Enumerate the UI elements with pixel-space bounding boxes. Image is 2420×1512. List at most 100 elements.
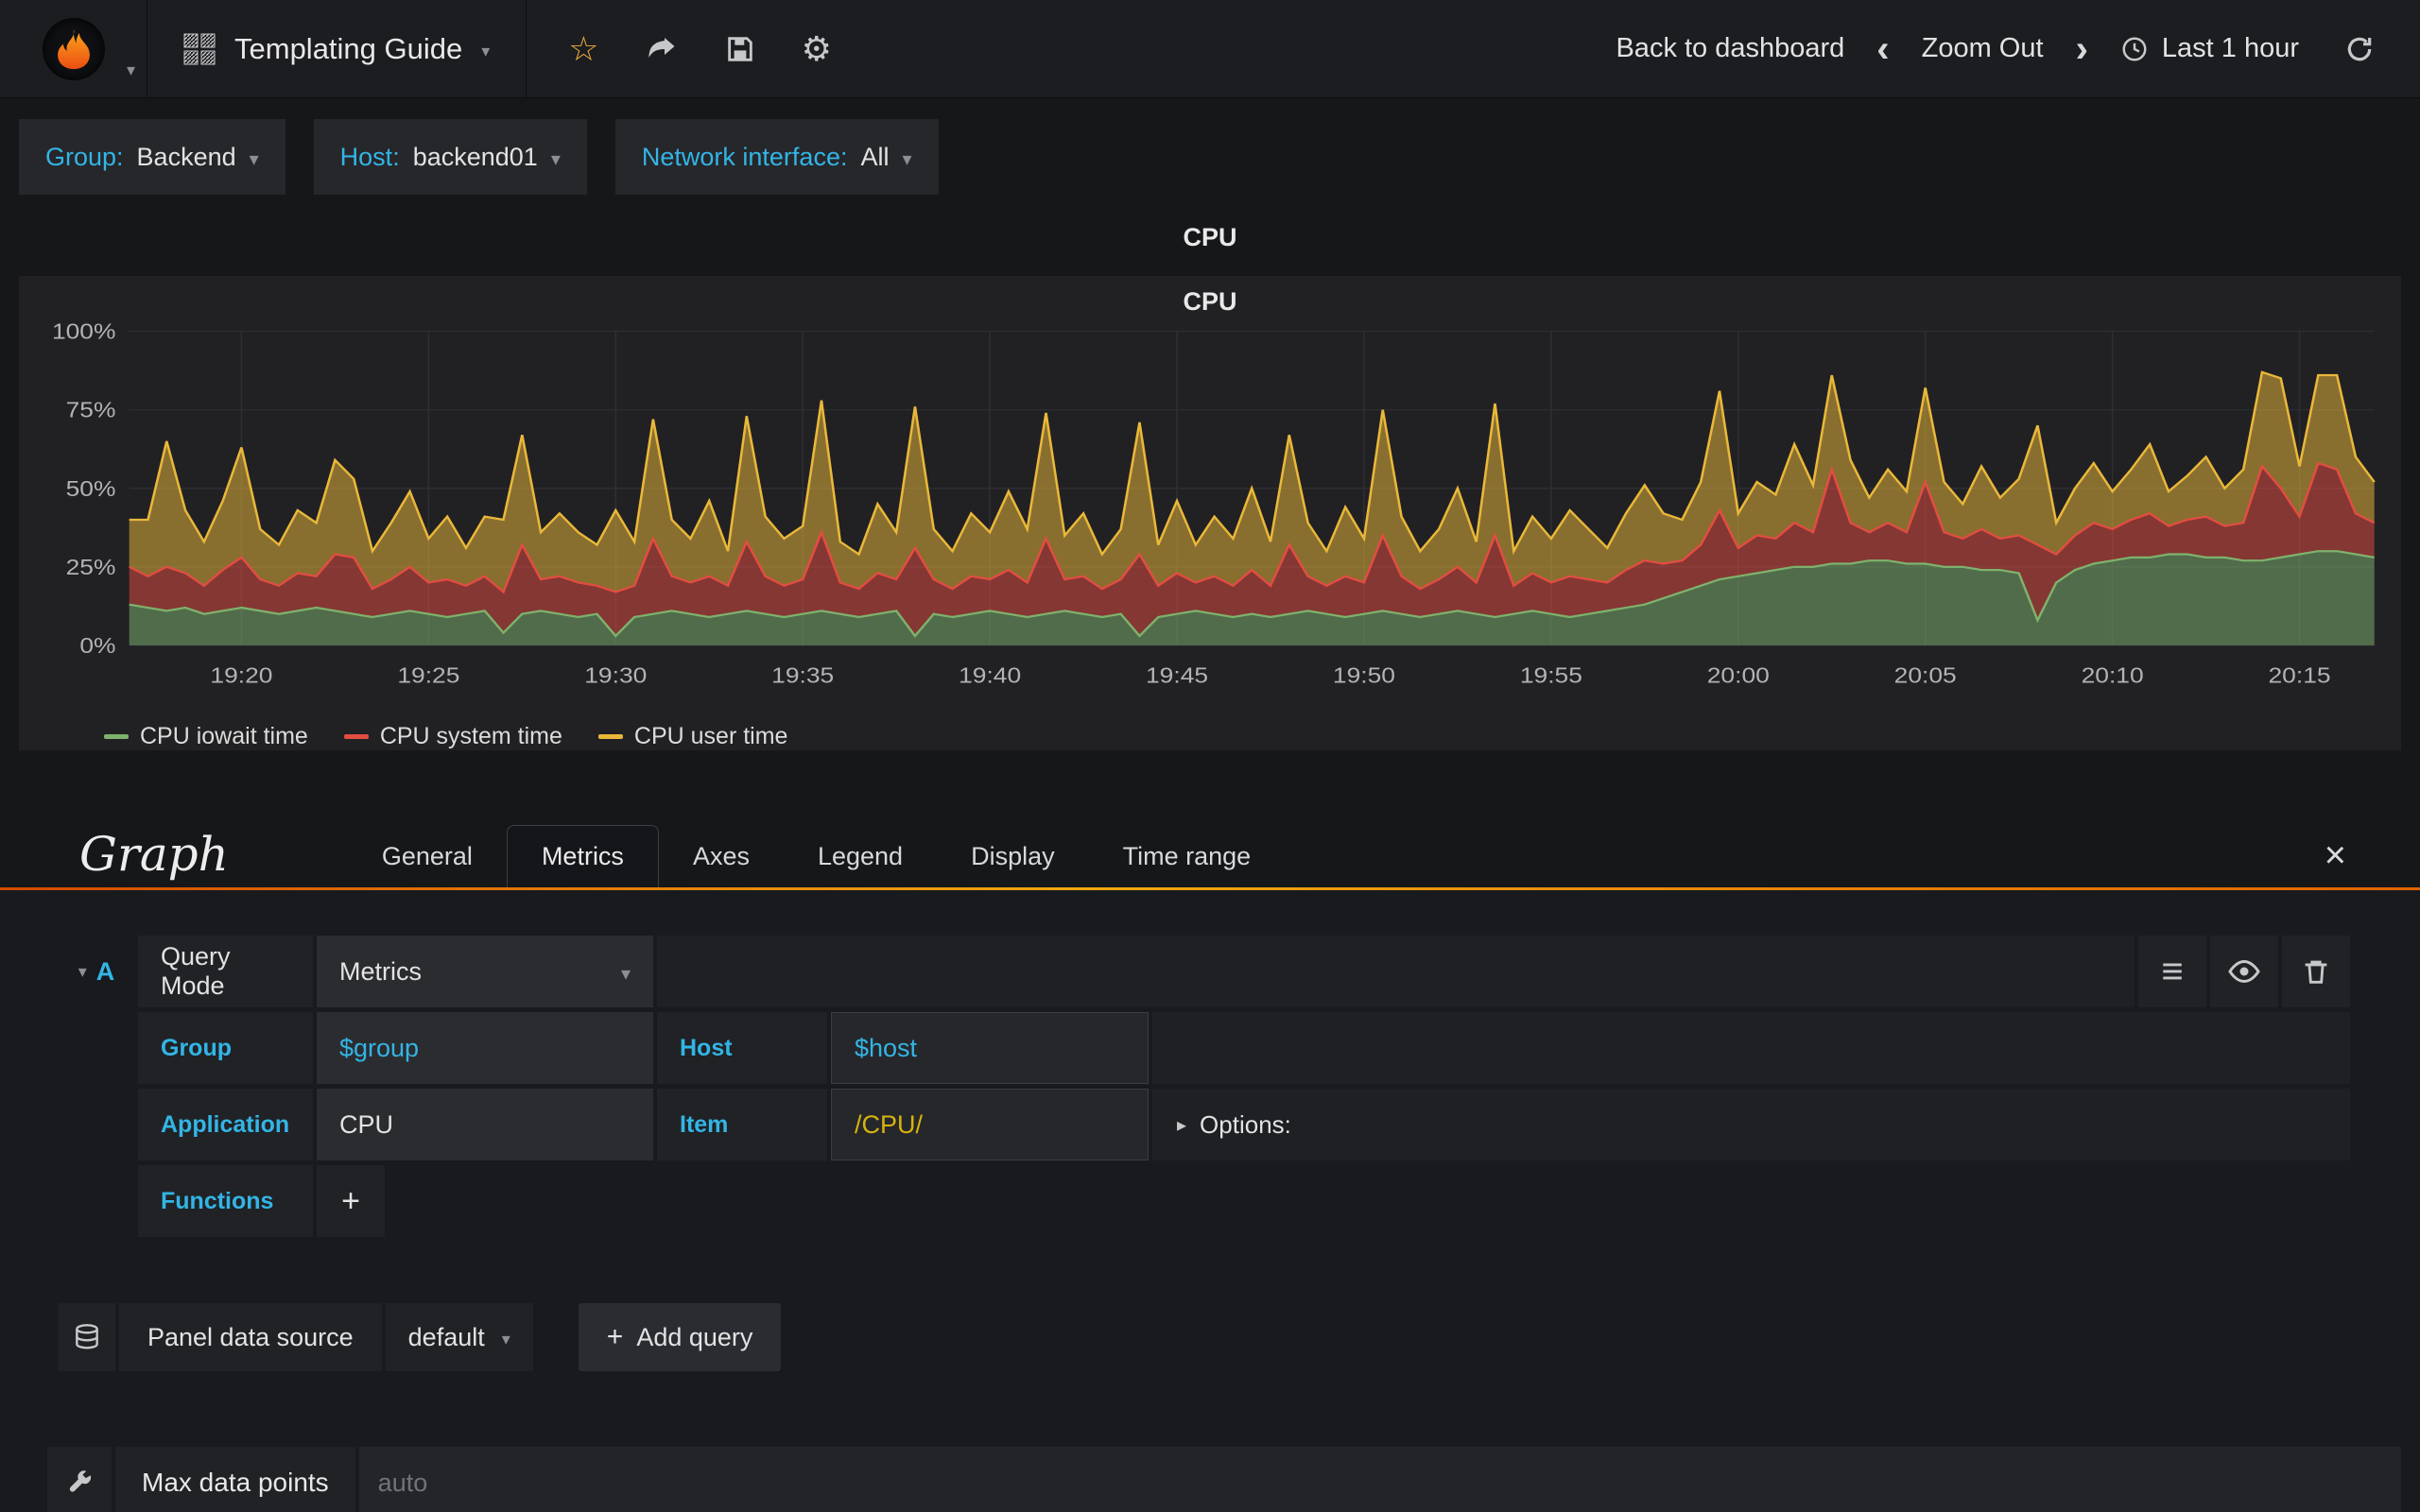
close-editor-icon[interactable]: × (2325, 836, 2346, 874)
query-mode-label: Query Mode (138, 936, 313, 1007)
svg-text:20:10: 20:10 (2082, 663, 2144, 688)
graph-title: CPU (1183, 287, 1237, 316)
datasource-row: Panel data source default ▾ + Add query (59, 1303, 2350, 1371)
query-mode-select[interactable]: Metrics ▾ (317, 936, 653, 1007)
variable-value: All (860, 142, 890, 171)
tab-legend[interactable]: Legend (784, 825, 937, 887)
dashboard-title: Templating Guide (234, 31, 463, 65)
max-data-points-filler (479, 1447, 2401, 1512)
query-row-mode: ▾ A Query Mode Metrics ▾ ≡ (59, 936, 2350, 1007)
variable-host-dropdown[interactable]: Host: backend01 ▾ (313, 119, 587, 195)
host-input[interactable]: $host (831, 1012, 1149, 1084)
options-toggle[interactable]: ▸ Options: (1152, 1089, 2350, 1160)
datasource-select[interactable]: default ▾ (385, 1303, 533, 1371)
options-label: Options: (1200, 1109, 1291, 1139)
query-collapse-toggle[interactable]: ▾ A (59, 936, 134, 1007)
database-icon-cell (59, 1303, 115, 1371)
caret-right-icon: ▸ (1177, 1114, 1187, 1136)
tab-time-range[interactable]: Time range (1089, 825, 1286, 887)
legend-color-dash (104, 734, 129, 739)
refresh-button[interactable] (2322, 34, 2397, 64)
legend-item[interactable]: CPU iowait time (104, 723, 308, 750)
clock-icon (2122, 37, 2147, 60)
panel-title[interactable]: CPU (0, 223, 2420, 257)
refresh-icon (2347, 37, 2372, 60)
svg-text:19:50: 19:50 (1333, 663, 1395, 688)
chart-legend: CPU iowait time CPU system time CPU user t… (104, 723, 2392, 750)
zoom-out-button[interactable]: Zoom Out (1899, 33, 2066, 64)
title-caret-icon: ▾ (481, 42, 491, 60)
grafana-logo-icon (42, 17, 105, 80)
chevron-down-icon: ▾ (501, 1329, 510, 1349)
grafana-logo-button[interactable]: ▾ (0, 0, 147, 97)
application-label: Application (138, 1089, 313, 1160)
variable-group-dropdown[interactable]: Group: Backend ▾ (19, 119, 285, 195)
wrench-icon-cell (47, 1447, 112, 1512)
tab-general[interactable]: General (348, 825, 507, 887)
star-icon[interactable]: ☆ (568, 29, 598, 69)
settings-gear-icon[interactable]: ⚙ (802, 29, 832, 69)
chevron-down-icon: ▾ (249, 148, 259, 170)
svg-text:19:25: 19:25 (397, 663, 459, 688)
chevron-down-icon: ▾ (620, 963, 631, 985)
database-icon (76, 1324, 98, 1349)
cpu-graph-panel: CPU 0% 25% 50% 75% 100% 19:20 19:25 19:30 19:35 1… (19, 276, 2401, 750)
save-icon[interactable] (724, 33, 756, 65)
svg-text:25%: 25% (66, 555, 116, 579)
group-label: Group (138, 1012, 313, 1084)
legend-item[interactable]: CPU user time (597, 723, 787, 750)
svg-text:20:00: 20:00 (1707, 663, 1770, 688)
application-input[interactable]: CPU (317, 1089, 653, 1160)
item-input[interactable]: /CPU/ (831, 1089, 1149, 1160)
query-row-filler (657, 936, 2135, 1007)
item-label: Item (657, 1089, 827, 1160)
svg-text:100%: 100% (52, 319, 116, 344)
query-menu-button[interactable]: ≡ (2138, 936, 2206, 1007)
svg-text:75%: 75% (66, 398, 116, 422)
query-row-application-item: Application CPU Item /CPU/ ▸ Options: (59, 1089, 2350, 1160)
query-row-group-host: Group $group Host $host (59, 1012, 2350, 1084)
back-to-dashboard-button[interactable]: Back to dashboard (1593, 33, 1867, 64)
logo-caret-icon: ▾ (126, 60, 135, 79)
svg-text:19:30: 19:30 (584, 663, 647, 688)
dashboard-title-menu[interactable]: Templating Guide ▾ (147, 0, 527, 97)
time-range-picker[interactable]: Last 1 hour (2098, 33, 2322, 64)
host-label: Host (657, 1012, 827, 1084)
query-delete-button[interactable] (2282, 936, 2350, 1007)
svg-text:50%: 50% (66, 476, 116, 501)
svg-text:19:20: 19:20 (210, 663, 272, 688)
variable-label: Host: (339, 142, 400, 171)
trash-icon (2305, 960, 2327, 984)
tab-display[interactable]: Display (937, 825, 1089, 887)
navbar-right: Back to dashboard ‹ Zoom Out › Last 1 ho… (1593, 0, 2420, 97)
svg-text:19:40: 19:40 (959, 663, 1021, 688)
variable-value: Backend (136, 142, 236, 171)
svg-text:19:45: 19:45 (1146, 663, 1208, 688)
time-shift-left-icon[interactable]: ‹ (1867, 30, 1898, 68)
panel-datasource-label: Panel data source (119, 1303, 382, 1371)
variable-netif-dropdown[interactable]: Network interface: All ▾ (614, 119, 939, 195)
query-row-functions: Functions + (59, 1165, 2350, 1237)
tab-axes[interactable]: Axes (659, 825, 784, 887)
datasource-value: default (407, 1322, 485, 1351)
group-input[interactable]: $group (317, 1012, 653, 1084)
collapse-caret-icon: ▾ (78, 961, 87, 981)
tab-metrics[interactable]: Metrics (506, 825, 659, 887)
wrench-icon (69, 1470, 92, 1492)
legend-item[interactable]: CPU system time (343, 723, 562, 750)
add-query-button[interactable]: + Add query (578, 1303, 782, 1371)
time-range-label: Last 1 hour (2161, 33, 2299, 63)
max-data-points-input[interactable] (358, 1447, 480, 1512)
svg-text:20:05: 20:05 (1894, 663, 1957, 688)
navbar: ▾ Templating Guide ▾ ☆ ⚙ Back to dashboa… (0, 0, 2420, 98)
share-icon[interactable] (645, 32, 679, 66)
add-function-button[interactable]: + (317, 1165, 385, 1237)
max-data-points-row: Max data points (47, 1447, 2401, 1512)
cpu-chart-svg[interactable]: 0% 25% 50% 75% 100% 19:20 19:25 19:30 19:35 19:40… (28, 319, 2392, 716)
svg-text:0%: 0% (79, 633, 115, 658)
time-shift-right-icon[interactable]: › (2066, 30, 2098, 68)
chevron-down-icon: ▾ (902, 148, 912, 170)
panel-type-title: Graph (79, 827, 229, 882)
plus-icon: + (606, 1321, 624, 1352)
query-toggle-visibility-button[interactable] (2210, 936, 2278, 1007)
